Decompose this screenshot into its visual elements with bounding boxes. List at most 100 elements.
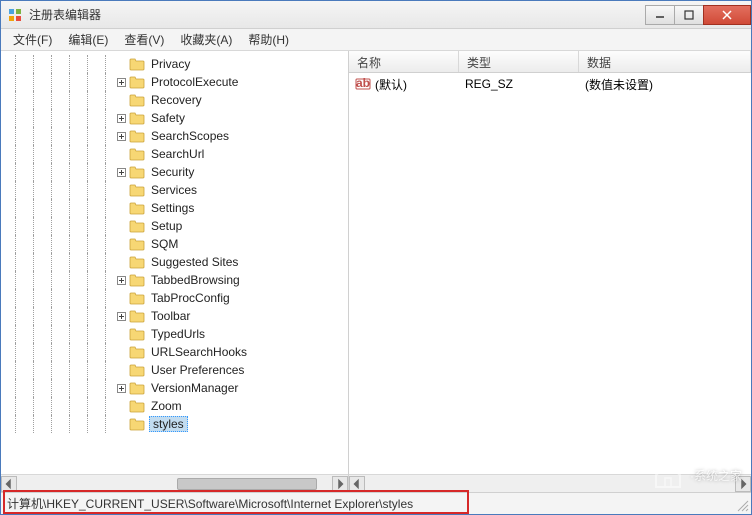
tree-item[interactable]: Toolbar [1,307,348,325]
expand-icon[interactable] [115,76,127,88]
tree-connector [115,364,127,376]
scroll-track[interactable] [17,476,332,492]
tree-connector [115,220,127,232]
close-button[interactable] [703,5,751,25]
tree-item-label: Security [149,165,196,179]
tree-connector [115,58,127,70]
tree-panel: Privacy ProtocolExecute Recovery Safety Sear… [1,51,349,492]
folder-icon [129,399,145,413]
tree-item-label: TabProcConfig [149,291,232,305]
tree-item-label: SQM [149,237,180,251]
tree-item-label: SearchScopes [149,129,231,143]
value-name: (默认) [375,76,465,93]
tree-item-label: SearchUrl [149,147,206,161]
tree-item[interactable]: TypedUrls [1,325,348,343]
value-type: REG_SZ [465,77,585,91]
scroll-left-button[interactable] [1,476,17,492]
tree-item[interactable]: Zoom [1,397,348,415]
scroll-thumb[interactable] [177,478,317,490]
tree-connector [115,184,127,196]
expand-icon[interactable] [115,382,127,394]
expand-icon[interactable] [115,166,127,178]
tree-item-label: TypedUrls [149,327,207,341]
list-item[interactable]: ab (默认) REG_SZ (数值未设置) [355,75,745,93]
menu-edit[interactable]: 编辑(E) [60,29,116,50]
watermark-icon [652,461,684,489]
folder-icon [129,129,145,143]
menu-help[interactable]: 帮助(H) [240,29,297,50]
tree-connector [115,238,127,250]
tree-item[interactable]: SQM [1,235,348,253]
statusbar: 计算机\HKEY_CURRENT_USER\Software\Microsoft… [1,492,751,514]
tree-item-label: Recovery [149,93,204,107]
tree-connector [115,148,127,160]
folder-icon [129,327,145,341]
tree-item-label: ProtocolExecute [149,75,240,89]
tree-item[interactable]: Settings [1,199,348,217]
tree-item[interactable]: SearchScopes [1,127,348,145]
tree-connector [115,328,127,340]
value-data: (数值未设置) [585,76,661,93]
tree-item-label: Privacy [149,57,192,71]
window-controls [646,5,751,25]
tree-item[interactable]: styles [1,415,348,433]
tree-item-label: Setup [149,219,184,233]
tree-item[interactable]: ProtocolExecute [1,73,348,91]
tree-item-label: Suggested Sites [149,255,240,269]
window-title: 注册表编辑器 [29,6,646,23]
tree-h-scrollbar[interactable] [1,474,348,492]
minimize-button[interactable] [645,5,675,25]
tree-item-label: Toolbar [149,309,192,323]
tree-connector [115,400,127,412]
tree-item[interactable]: VersionManager [1,379,348,397]
tree-body[interactable]: Privacy ProtocolExecute Recovery Safety Sear… [1,51,348,474]
tree-item[interactable]: URLSearchHooks [1,343,348,361]
tree-item-label: Services [149,183,199,197]
tree-item[interactable]: TabbedBrowsing [1,271,348,289]
expand-icon[interactable] [115,112,127,124]
resize-grip[interactable] [735,498,749,512]
folder-icon [129,381,145,395]
col-name[interactable]: 名称 [349,51,459,72]
scroll-right-button[interactable] [332,476,348,492]
folder-icon [129,237,145,251]
menu-file[interactable]: 文件(F) [5,29,60,50]
folder-icon [129,201,145,215]
folder-icon [129,75,145,89]
maximize-button[interactable] [674,5,704,25]
tree-item[interactable]: Security [1,163,348,181]
tree-item[interactable]: Privacy [1,55,348,73]
menubar: 文件(F) 编辑(E) 查看(V) 收藏夹(A) 帮助(H) [1,29,751,51]
tree-item[interactable]: Recovery [1,91,348,109]
tree-item[interactable]: Setup [1,217,348,235]
folder-icon [129,219,145,233]
tree-item[interactable]: Safety [1,109,348,127]
tree-connector [115,202,127,214]
titlebar[interactable]: 注册表编辑器 [1,1,751,29]
expand-icon[interactable] [115,310,127,322]
status-path: 计算机\HKEY_CURRENT_USER\Software\Microsoft… [7,495,413,512]
scroll-left-button[interactable] [349,476,365,492]
tree-item[interactable]: TabProcConfig [1,289,348,307]
folder-icon [129,345,145,359]
tree-item-label: Safety [149,111,187,125]
values-header: 名称 类型 数据 [349,51,751,73]
tree-item[interactable]: SearchUrl [1,145,348,163]
expand-icon[interactable] [115,274,127,286]
values-panel: 名称 类型 数据 ab (默认) REG_SZ (数值未设置) [349,51,751,492]
menu-favorites[interactable]: 收藏夹(A) [172,29,240,50]
col-data[interactable]: 数据 [579,51,751,72]
tree-connector [115,94,127,106]
tree-connector [115,418,127,430]
watermark: ·系统之家 [652,461,742,489]
tree-item[interactable]: User Preferences [1,361,348,379]
col-type[interactable]: 类型 [459,51,579,72]
tree-item[interactable]: Suggested Sites [1,253,348,271]
tree-connector [115,292,127,304]
expand-icon[interactable] [115,130,127,142]
tree-item-label: VersionManager [149,381,240,395]
menu-view[interactable]: 查看(V) [116,29,172,50]
tree-item[interactable]: Services [1,181,348,199]
folder-icon [129,111,145,125]
values-body[interactable]: ab (默认) REG_SZ (数值未设置) [349,73,751,474]
